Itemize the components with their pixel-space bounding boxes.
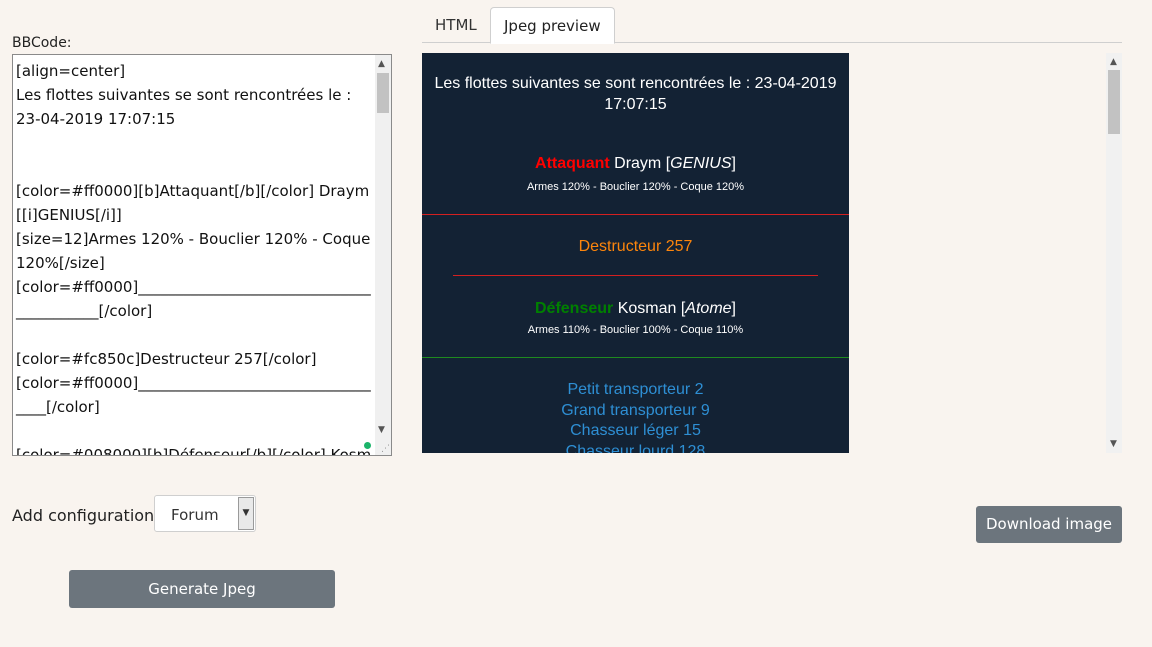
resize-handle-icon[interactable]: ⋰ (381, 445, 390, 454)
config-selected-value: Forum (171, 506, 219, 524)
preview-scroll-thumb[interactable] (1108, 70, 1120, 134)
generate-jpeg-button[interactable]: Generate Jpeg (69, 570, 335, 608)
preview-header: Les flottes suivantes se sont rencontrée… (434, 75, 837, 113)
defender-alliance-close: ] (731, 300, 736, 317)
scroll-up-icon[interactable]: ▲ (378, 59, 385, 69)
bbcode-textarea[interactable]: [align=center] Les flottes suivantes se … (12, 54, 392, 456)
red-divider-short (453, 275, 818, 276)
red-divider (422, 214, 849, 215)
textarea-scroll-thumb[interactable] (377, 73, 389, 113)
jpeg-preview-image: Les flottes suivantes se sont rencontrée… (422, 53, 849, 453)
defender-stats: Armes 110% - Bouclier 100% - Coque 110% (527, 324, 744, 336)
scroll-down-icon[interactable]: ▼ (1110, 439, 1117, 449)
preview-panel: Les flottes suivantes se sont rencontrée… (422, 53, 1122, 453)
textarea-scrollbar[interactable]: ▲ ▼ (375, 55, 391, 455)
bbcode-text[interactable]: [align=center] Les flottes suivantes se … (16, 59, 374, 455)
defender-alliance: Atome (685, 300, 732, 317)
ships-list: Petit transporteur 2 Grand transporteur … (422, 380, 849, 453)
ship-item: Chasseur lourd 128 (565, 442, 706, 454)
attacker-name: Draym (614, 155, 662, 172)
preview-tabs: HTML Jpeg preview (422, 7, 1122, 44)
attacker-stats: Armes 120% - Bouclier 120% - Coque 120% (526, 181, 745, 193)
attacker-role: Attaquant (535, 155, 610, 172)
bbcode-label: BBCode: (12, 35, 72, 51)
status-dot-icon (364, 442, 371, 449)
attacker-line: Attaquant Draym [GENIUS] (422, 155, 849, 173)
ship-item: Chasseur léger 15 (570, 422, 701, 439)
tab-html[interactable]: HTML (422, 7, 490, 43)
ship-item: Grand transporteur 9 (561, 401, 710, 419)
scroll-up-icon[interactable]: ▲ (1110, 57, 1117, 67)
tab-jpeg-preview[interactable]: Jpeg preview (490, 7, 615, 44)
preview-scrollbar[interactable]: ▲ ▼ (1106, 53, 1122, 453)
scroll-down-icon[interactable]: ▼ (378, 425, 385, 435)
chevron-down-icon[interactable]: ▼ (238, 497, 254, 530)
defender-name: Kosman (617, 300, 677, 317)
download-image-button[interactable]: Download image (976, 506, 1122, 543)
ship-item: Petit transporteur 2 (567, 381, 704, 398)
defender-role: Défenseur (534, 300, 614, 317)
green-divider (422, 357, 849, 358)
attacker-alliance-close: ] (731, 155, 736, 172)
config-label: Add configuration: (12, 506, 160, 525)
config-select[interactable]: Forum ▼ (154, 495, 256, 532)
destroyer-line: Destructeur 257 (578, 238, 693, 255)
attacker-alliance: GENIUS (670, 155, 732, 172)
defender-line: Défenseur Kosman [Atome] (422, 300, 849, 318)
